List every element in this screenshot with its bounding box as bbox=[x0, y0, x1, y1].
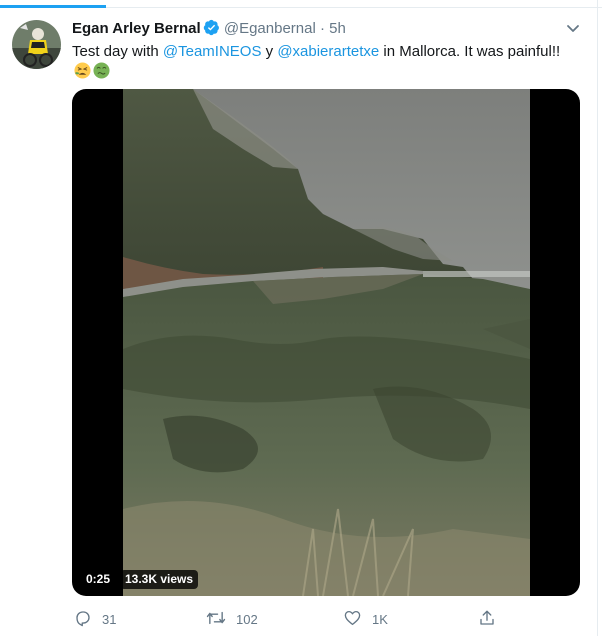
like-button[interactable]: 1K bbox=[343, 608, 388, 630]
retweet-icon bbox=[206, 609, 236, 630]
heart-icon bbox=[343, 609, 372, 630]
tweet[interactable]: Egan Arley Bernal @Eganbernal · 5h Test … bbox=[0, 8, 597, 636]
retweet-count: 102 bbox=[236, 611, 258, 627]
video-view-count: 13.3K views bbox=[120, 570, 199, 589]
chevron-down-icon[interactable] bbox=[564, 22, 582, 36]
video-duration: 0:25 bbox=[81, 570, 116, 589]
author-name[interactable]: Egan Arley Bernal bbox=[72, 20, 201, 37]
share-button[interactable] bbox=[478, 608, 506, 630]
tweet-header: Egan Arley Bernal @Eganbernal · 5h bbox=[72, 19, 346, 42]
reply-button[interactable]: 31 bbox=[74, 608, 116, 630]
tired-face-emoji bbox=[74, 62, 91, 85]
tweet-text-prefix: Test day with bbox=[72, 43, 163, 60]
tweet-timestamp[interactable]: 5h bbox=[329, 20, 346, 37]
share-icon bbox=[478, 609, 506, 630]
timeline-right-border bbox=[597, 0, 598, 636]
like-count: 1K bbox=[372, 611, 388, 627]
tweet-text: Test day with @TeamINEOS y @xabierartetx… bbox=[72, 41, 572, 85]
mention-teamineos[interactable]: @TeamINEOS bbox=[163, 43, 262, 60]
verified-badge-icon bbox=[203, 19, 220, 42]
mention-xabierartetxe[interactable]: @xabierartetxe bbox=[277, 43, 379, 60]
tweet-text-suffix: in Mallorca. It was painful!! bbox=[379, 43, 561, 60]
tweet-text-middle: y bbox=[261, 43, 278, 60]
avatar[interactable] bbox=[12, 20, 61, 69]
separator-dot: · bbox=[319, 20, 325, 37]
reply-icon bbox=[74, 609, 102, 630]
author-handle[interactable]: @Eganbernal bbox=[224, 20, 316, 37]
video-player[interactable]: 0:25 13.3K views bbox=[72, 89, 580, 596]
reply-count: 31 bbox=[102, 611, 117, 627]
tweet-actions: 31 102 1K bbox=[72, 608, 522, 630]
retweet-button[interactable]: 102 bbox=[206, 608, 258, 630]
video-frame bbox=[123, 89, 530, 596]
nauseated-face-emoji bbox=[93, 62, 110, 85]
